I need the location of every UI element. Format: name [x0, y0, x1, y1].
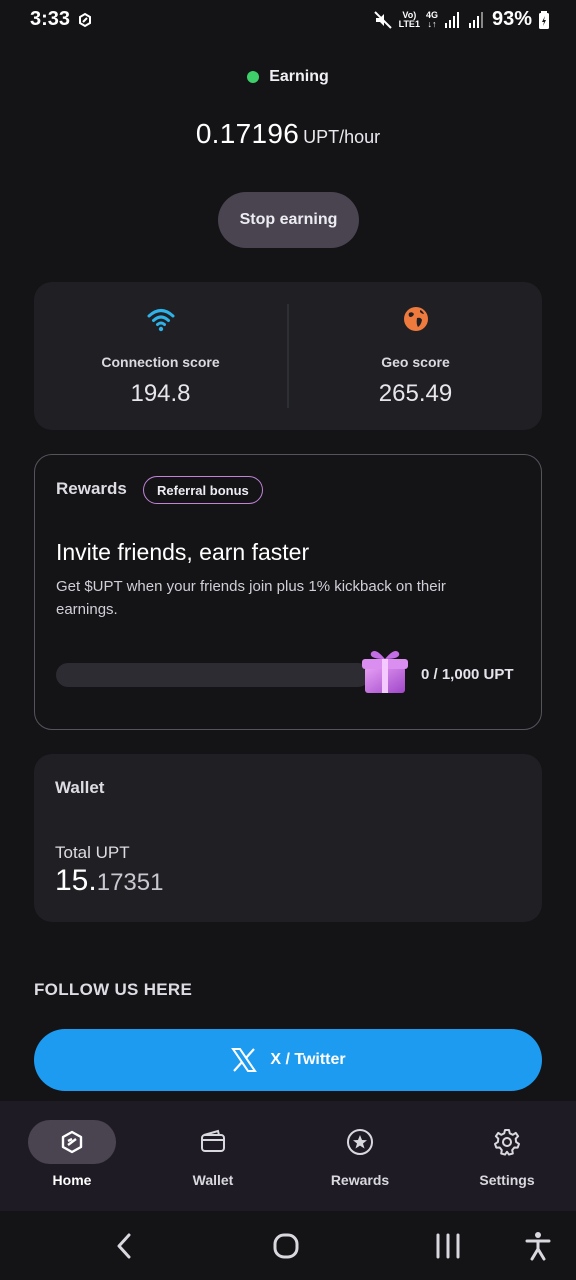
rewards-title: Rewards	[56, 479, 127, 498]
wallet-total-amount: 15.17351	[55, 864, 163, 898]
nav-wallet[interactable]: Wallet	[141, 1101, 285, 1211]
referral-progress-bar	[56, 663, 370, 687]
home-circle-icon[interactable]	[271, 1231, 301, 1261]
accessibility-icon[interactable]	[523, 1231, 553, 1261]
earning-rate-value: 0.17196	[195, 118, 300, 149]
signal-icon-2	[468, 11, 483, 28]
wallet-total-label: Total UPT	[55, 843, 130, 862]
nav-rewards[interactable]: Rewards	[288, 1101, 432, 1211]
home-logo-icon	[61, 1130, 83, 1154]
wallet-total-decimal: 17351	[96, 869, 164, 896]
battery-icon	[539, 10, 549, 29]
wallet-icon	[201, 1129, 225, 1152]
earning-status-dot	[247, 71, 260, 83]
data-type-indicator: 4G ↓↑	[425, 9, 438, 29]
nav-home-indicator	[28, 1120, 116, 1164]
bottom-nav: Home Wallet Rewards Settings	[0, 1101, 576, 1211]
twitter-button-label: X / Twitter	[270, 1051, 346, 1068]
gift-icon	[362, 651, 408, 693]
gear-icon	[494, 1129, 520, 1156]
wifi-icon	[147, 309, 174, 332]
wallet-title: Wallet	[55, 778, 105, 797]
nav-rewards-label: Rewards	[330, 1172, 390, 1188]
mute-icon	[373, 10, 392, 29]
recents-icon[interactable]	[433, 1231, 463, 1261]
nav-wallet-label: Wallet	[192, 1172, 234, 1188]
referral-progress-text: 0 / 1,000 UPT	[421, 666, 514, 683]
connection-score-value: 194.8	[130, 380, 191, 407]
rewards-card[interactable]: Rewards Referral bonus Invite friends, e…	[34, 454, 542, 730]
invite-description: Get $UPT when your friends join plus 1% …	[56, 578, 446, 618]
battery-percent: 93%	[491, 8, 532, 30]
earning-status: Earning	[0, 68, 576, 86]
earning-rate-unit: UPT/hour	[303, 127, 381, 147]
nav-settings[interactable]: Settings	[435, 1101, 576, 1211]
geo-score-value: 265.49	[378, 380, 453, 407]
twitter-button[interactable]: X / Twitter	[34, 1029, 542, 1091]
referral-bonus-badge: Referral bonus	[143, 476, 263, 504]
earning-rate: 0.17196 UPT/hour	[0, 118, 576, 150]
signal-icon	[444, 11, 459, 28]
nav-settings-label: Settings	[479, 1172, 535, 1188]
geo-score: Geo score 265.49	[289, 282, 542, 430]
status-icons: Vo) LTE1 4G ↓↑ 93%	[373, 8, 550, 31]
x-logo-icon	[231, 1048, 258, 1072]
star-circle-icon	[347, 1129, 373, 1155]
nav-home-label: Home	[52, 1172, 92, 1188]
wallet-total-integer: 15.	[55, 864, 97, 897]
connection-score-label: Connection score	[101, 354, 220, 370]
app-notification-icon	[79, 12, 91, 28]
wallet-card[interactable]: Wallet Total UPT 15.17351	[34, 754, 542, 922]
status-bar: 3:33 Vo) LTE1 4G ↓↑ 93%	[0, 0, 576, 44]
earning-status-label: Earning	[269, 68, 329, 85]
stop-earning-button[interactable]: Stop earning	[218, 192, 359, 248]
follow-us-title: FOLLOW US HERE	[34, 980, 193, 999]
invite-headline: Invite friends, earn faster	[56, 539, 310, 565]
nav-home[interactable]: Home	[0, 1101, 144, 1211]
system-nav-bar	[0, 1211, 576, 1280]
volte-indicator: Vo) LTE1	[398, 9, 420, 29]
globe-icon	[403, 307, 428, 331]
status-time: 3:33	[30, 8, 71, 30]
score-card: Connection score 194.8 Geo score 265.49	[34, 282, 542, 430]
geo-score-label: Geo score	[381, 354, 450, 370]
connection-score: Connection score 194.8	[34, 282, 287, 430]
back-chevron-icon[interactable]	[110, 1231, 140, 1261]
